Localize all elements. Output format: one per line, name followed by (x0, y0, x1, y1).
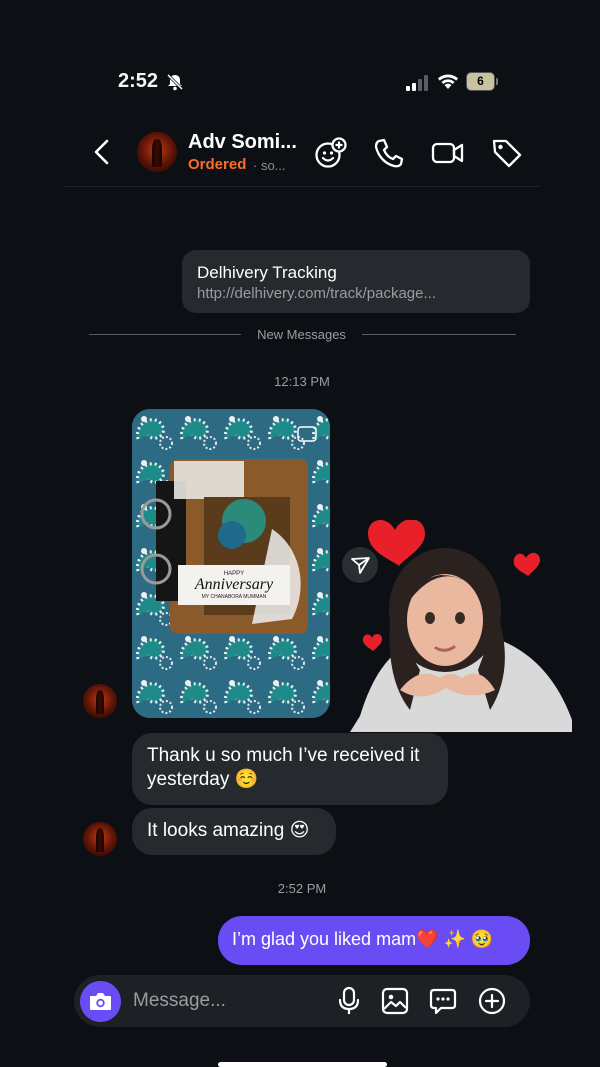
timestamp: 2:52 PM (277, 881, 327, 896)
link-url[interactable]: http://delhivery.com/track/package... (197, 285, 436, 302)
signal-icon (406, 75, 428, 91)
battery-level: 6 (477, 74, 484, 88)
phone-icon[interactable] (372, 136, 406, 170)
chevron-left-icon[interactable] (90, 138, 114, 166)
message-bubble[interactable]: It looks amazing 😍 (132, 808, 336, 855)
bell-muted-icon (166, 73, 184, 91)
sender-avatar[interactable] (83, 684, 117, 718)
image-icon[interactable] (380, 986, 410, 1016)
microphone-icon[interactable] (334, 986, 364, 1016)
photo-text-anniversary: Anniversary (194, 576, 274, 593)
timestamp: 12:13 PM (274, 374, 330, 389)
link-title[interactable]: Delhivery Tracking (197, 263, 337, 283)
plus-circle-icon[interactable] (477, 986, 507, 1016)
divider-line (89, 334, 241, 335)
divider-line (362, 334, 516, 335)
camera-icon[interactable] (80, 981, 121, 1022)
home-indicator (218, 1062, 387, 1067)
contact-avatar[interactable] (137, 132, 177, 172)
photo-message[interactable]: HAPPY Anniversary MY CHANABORA MUMMAN (132, 409, 330, 718)
contact-subtitle: · so... (253, 158, 286, 173)
message-text: It looks amazing 😍 (147, 820, 310, 841)
contact-name[interactable]: Adv Somi... (188, 131, 297, 154)
video-camera-icon[interactable] (431, 136, 465, 170)
header-divider (64, 186, 540, 187)
message-text: Thank u so much I’ve received it yesterd… (147, 745, 420, 790)
order-status-badge: Ordered (188, 156, 247, 173)
message-input[interactable] (133, 988, 323, 1014)
sticker-add-icon[interactable] (313, 136, 347, 170)
status-time: 2:52 (118, 70, 159, 92)
tag-icon[interactable] (490, 136, 524, 170)
battery-icon: 6 (466, 72, 498, 91)
sender-avatar[interactable] (83, 822, 117, 856)
outgoing-message-bubble[interactable]: I’m glad you liked mam❤️ ✨ 🥹 (218, 916, 530, 965)
chat-bubble-icon[interactable] (428, 986, 458, 1016)
photo-text-sub: MY CHANABORA MUMMAN (202, 594, 267, 600)
avatar-sticker[interactable] (350, 520, 575, 732)
message-bubble[interactable]: Thank u so much I’ve received it yesterd… (132, 733, 448, 805)
new-messages-divider: New Messages (257, 327, 346, 342)
wifi-icon (438, 74, 458, 89)
message-text: I’m glad you liked mam❤️ ✨ 🥹 (232, 929, 494, 949)
